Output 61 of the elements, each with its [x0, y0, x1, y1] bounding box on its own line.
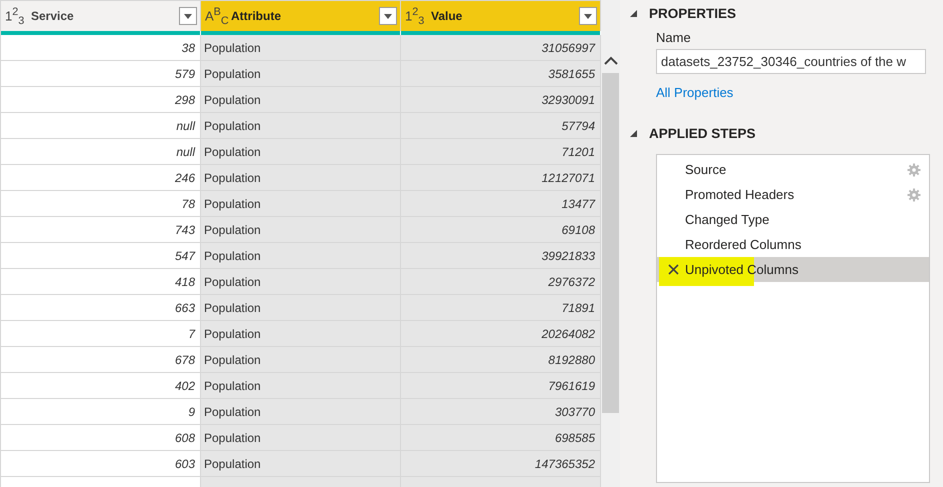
- table-cell: Population: [201, 269, 401, 295]
- table-cell: 147365352: [401, 451, 601, 477]
- scrollbar-thumb[interactable]: [602, 73, 619, 413]
- step-name: Source: [685, 162, 728, 177]
- table-cell: 20264082: [401, 321, 601, 347]
- all-properties-link[interactable]: All Properties: [656, 85, 734, 100]
- table-cell: Population: [201, 425, 401, 451]
- table-cell: Population: [201, 87, 401, 113]
- applied-step[interactable]: Source: [657, 157, 929, 182]
- table-cell: Population: [201, 321, 401, 347]
- scroll-up-icon[interactable]: [604, 56, 618, 65]
- table-cell: 13477: [401, 191, 601, 217]
- section-title: PROPERTIES: [649, 6, 736, 20]
- column-name: Service: [31, 9, 75, 23]
- table-cell: 71891: [401, 295, 601, 321]
- table-cell: 8192880: [401, 347, 601, 373]
- table-cell: Population: [201, 295, 401, 321]
- filter-dropdown-button[interactable]: [379, 7, 397, 25]
- table-cell: 2976372: [401, 269, 601, 295]
- step-name: Changed Type: [685, 212, 770, 227]
- table-cell: 71201: [401, 139, 601, 165]
- table-cell: Population: [201, 373, 401, 399]
- collapse-icon[interactable]: [630, 10, 637, 16]
- table-cell: Population: [201, 243, 401, 269]
- table-cell: Population: [201, 61, 401, 87]
- table-cell: 31056997: [401, 35, 601, 61]
- name-field[interactable]: datasets_23752_30346_countries of the w: [656, 49, 926, 74]
- applied-step[interactable]: Reordered Columns: [657, 232, 929, 257]
- step-name: Reordered Columns: [685, 237, 802, 252]
- delete-icon[interactable]: [668, 264, 679, 275]
- table-cell: Population: [201, 35, 401, 61]
- table-cell: Population: [201, 347, 401, 373]
- table-cell: Population: [201, 217, 401, 243]
- collapse-icon[interactable]: [630, 130, 637, 136]
- caret-icon: [384, 14, 392, 18]
- table-cell: Population: [201, 139, 401, 165]
- table-cell: 32930091: [401, 87, 601, 113]
- table-cell: 3581655: [401, 61, 601, 87]
- filter-dropdown-button[interactable]: [179, 7, 197, 25]
- filter-dropdown-button[interactable]: [579, 7, 597, 25]
- applied-step[interactable]: Promoted Headers: [657, 182, 929, 207]
- caret-icon: [184, 14, 192, 18]
- table-cell: 12127071: [401, 165, 601, 191]
- table-cell: 7961619: [401, 373, 601, 399]
- table-cell: Population: [201, 165, 401, 191]
- caret-icon: [584, 14, 592, 18]
- field-label: Name: [656, 30, 691, 45]
- step-name: Promoted Headers: [685, 187, 796, 202]
- table-cell: Population: [201, 451, 401, 477]
- table-cell: Population: [201, 113, 401, 139]
- table-cell: Population: [201, 191, 401, 217]
- table-cell: 69108: [401, 217, 601, 243]
- table-cell: 57794: [401, 113, 601, 139]
- section-title: APPLIED STEPS: [649, 126, 756, 140]
- table-cell: Population: [201, 399, 401, 425]
- applied-step[interactable]: Changed Type: [657, 207, 929, 232]
- table-cell: 39921833: [401, 243, 601, 269]
- column-name: Attribute: [231, 9, 282, 23]
- column-name: Value: [431, 9, 464, 23]
- table-cell: 698585: [401, 425, 601, 451]
- table-cell: 303770: [401, 399, 601, 425]
